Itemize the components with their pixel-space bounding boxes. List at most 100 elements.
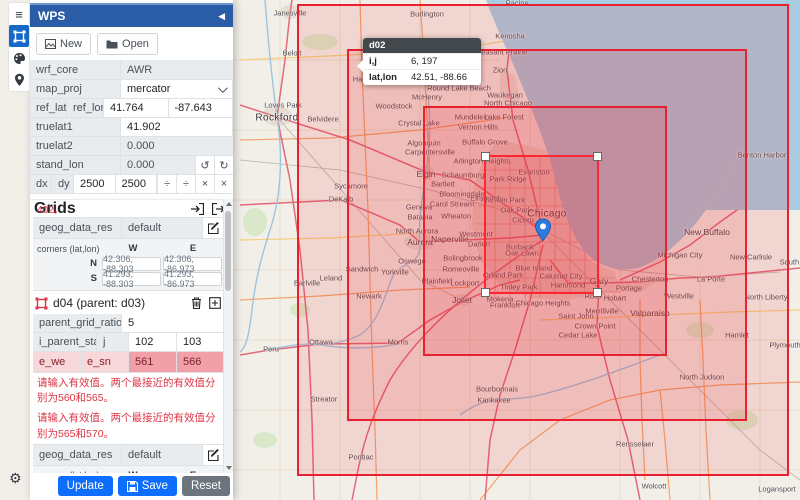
gear-icon: ⚙ (9, 470, 22, 486)
domain-select-tool[interactable] (9, 25, 29, 47)
panel-scrollbar[interactable] (223, 199, 233, 473)
scrollbar-thumb[interactable] (225, 211, 231, 291)
corners-label: corners (lat,lon) (35, 470, 103, 473)
corners-label: corners (lat,lon) (35, 244, 103, 254)
wps-panel: WPS ◀ New Open wrf_core AWR map_proj mer… (30, 0, 233, 500)
new-button[interactable]: New (36, 33, 91, 55)
j-parent-start-input[interactable]: 103 (177, 333, 225, 351)
dx-dy-row: dx dy 2500 2500 ÷ ÷ × × (30, 175, 233, 194)
ref-lat-input[interactable]: 41.764 (104, 99, 169, 117)
edit-geog-button[interactable] (202, 218, 225, 238)
divide-icon: ÷ (164, 178, 170, 190)
panel-header[interactable]: WPS ◀ (30, 3, 233, 27)
update-button[interactable]: Update (58, 476, 113, 496)
i-parent-start-input[interactable]: 102 (129, 333, 177, 351)
partial-error-text: 402。 (33, 200, 225, 217)
geog-data-res-value: default (122, 445, 202, 465)
domain-tooltip: d02 i,j 6, 197 lat,lon 42.51, -88.66 (363, 38, 481, 85)
multiply-icon: × (221, 178, 227, 190)
domain-square-icon (35, 297, 48, 310)
tool-rail: ≡ (8, 2, 30, 92)
hamburger-icon: ≡ (15, 8, 23, 21)
col-east: E (163, 470, 223, 473)
e-we-sn-row: e_we e_sn 561 566 (33, 352, 225, 373)
double-dx-button[interactable]: × (195, 175, 214, 193)
dy-input[interactable]: 2500 (116, 175, 158, 193)
open-button[interactable]: Open (97, 33, 158, 55)
wrf-core-row: wrf_core AWR (30, 61, 233, 80)
map-marker-pin[interactable] (534, 218, 552, 242)
map-proj-row: map_proj mercator (30, 80, 233, 99)
add-domain-icon[interactable] (209, 297, 221, 309)
domain-resize-handle-tr[interactable] (593, 152, 602, 161)
halve-dy-button[interactable]: ÷ (176, 175, 195, 193)
new-button-label: New (60, 38, 82, 50)
double-dy-button[interactable]: × (214, 175, 233, 193)
map-proj-select[interactable]: mercator (121, 80, 233, 98)
geog-data-res-label: geog_data_res (33, 218, 122, 238)
pin-icon (14, 73, 25, 87)
col-west: W (103, 470, 163, 473)
dx-input[interactable]: 2500 (74, 175, 116, 193)
truelat1-input[interactable]: 41.902 (121, 118, 233, 136)
parent-grid-ratio-input[interactable]: 5 (122, 314, 225, 332)
col-east: E (163, 243, 223, 254)
stand-lon-label: stand_lon (30, 156, 121, 174)
e-we-label: e_we (33, 352, 81, 372)
trash-icon[interactable] (191, 297, 202, 309)
halve-dx-button[interactable]: ÷ (157, 175, 176, 193)
settings-gear-button[interactable]: ⚙ (9, 471, 22, 485)
reset-button[interactable]: Reset (182, 476, 230, 496)
undo-button[interactable]: ↺ (195, 156, 214, 174)
open-button-label: Open (122, 38, 149, 50)
e-sn-input[interactable]: 566 (177, 352, 225, 372)
selection-square-icon (13, 30, 26, 43)
dx-label: dx (30, 175, 52, 193)
redo-icon: ↻ (219, 159, 228, 172)
scroll-up-arrow[interactable] (226, 202, 232, 206)
folder-icon (106, 39, 118, 49)
marker-tool[interactable] (9, 69, 29, 91)
d04-header: d04 (parent: d03) (33, 291, 225, 314)
dy-label: dy (52, 175, 74, 193)
palette-icon (13, 52, 26, 65)
ref-lon-input[interactable]: -87.643 (169, 99, 234, 117)
redo-button[interactable]: ↻ (214, 156, 233, 174)
menu-button[interactable]: ≡ (9, 3, 29, 25)
map-proj-label: map_proj (30, 80, 121, 98)
pencil-square-icon (208, 449, 220, 461)
row-south: S (35, 273, 101, 284)
i-parent-start-label: i_parent_sta (33, 333, 97, 351)
geog-data-res-value: default (122, 218, 202, 238)
tooltip-ij-label: i,j (363, 54, 407, 69)
scroll-down-arrow[interactable] (226, 466, 232, 470)
pencil-square-icon (208, 222, 220, 234)
multiply-icon: × (202, 178, 208, 190)
tooltip-title: d02 (363, 38, 481, 53)
tooltip-ij-value: 6, 197 (407, 54, 441, 69)
edit-geog-button[interactable] (202, 445, 225, 465)
row-north: N (35, 258, 101, 269)
corner-sw: 41.293, -88.303 (102, 272, 161, 286)
domain-resize-handle-tl[interactable] (481, 152, 490, 161)
corners-table-d04: corners (lat,lon) W E N 42.107, -87.964 … (33, 466, 225, 473)
e-sn-validation-error: 请输入有效值。两个最接近的有效值分别为565和570。 (33, 408, 225, 443)
domain-resize-handle-bl[interactable] (481, 288, 490, 297)
truelat2-value: 0.000 (121, 137, 233, 155)
corners-table: corners (lat,lon) W E N 42.306, -88.303 … (33, 239, 225, 291)
panel-toolbar: New Open (30, 27, 233, 61)
chevron-down-icon (218, 83, 228, 93)
geog-data-res-row-d04: geog_data_res default (33, 444, 225, 466)
stand-lon-row: stand_lon 0.000 ↺ ↻ (30, 156, 233, 175)
save-button[interactable]: Save (118, 476, 177, 496)
ref-latlon-row: ref_lat ref_lon 41.764 -87.643 (30, 99, 233, 118)
e-we-input[interactable]: 561 (129, 352, 177, 372)
domain-resize-handle-br[interactable] (593, 288, 602, 297)
tooltip-latlon-value: 42.51, -88.66 (407, 70, 471, 85)
collapse-panel-icon[interactable]: ◀ (218, 11, 225, 22)
image-icon (45, 39, 56, 49)
wrf-core-label: wrf_core (30, 61, 121, 79)
map-proj-value: mercator (127, 83, 170, 95)
palette-tool[interactable] (9, 47, 29, 69)
truelat1-row: truelat1 41.902 (30, 118, 233, 137)
